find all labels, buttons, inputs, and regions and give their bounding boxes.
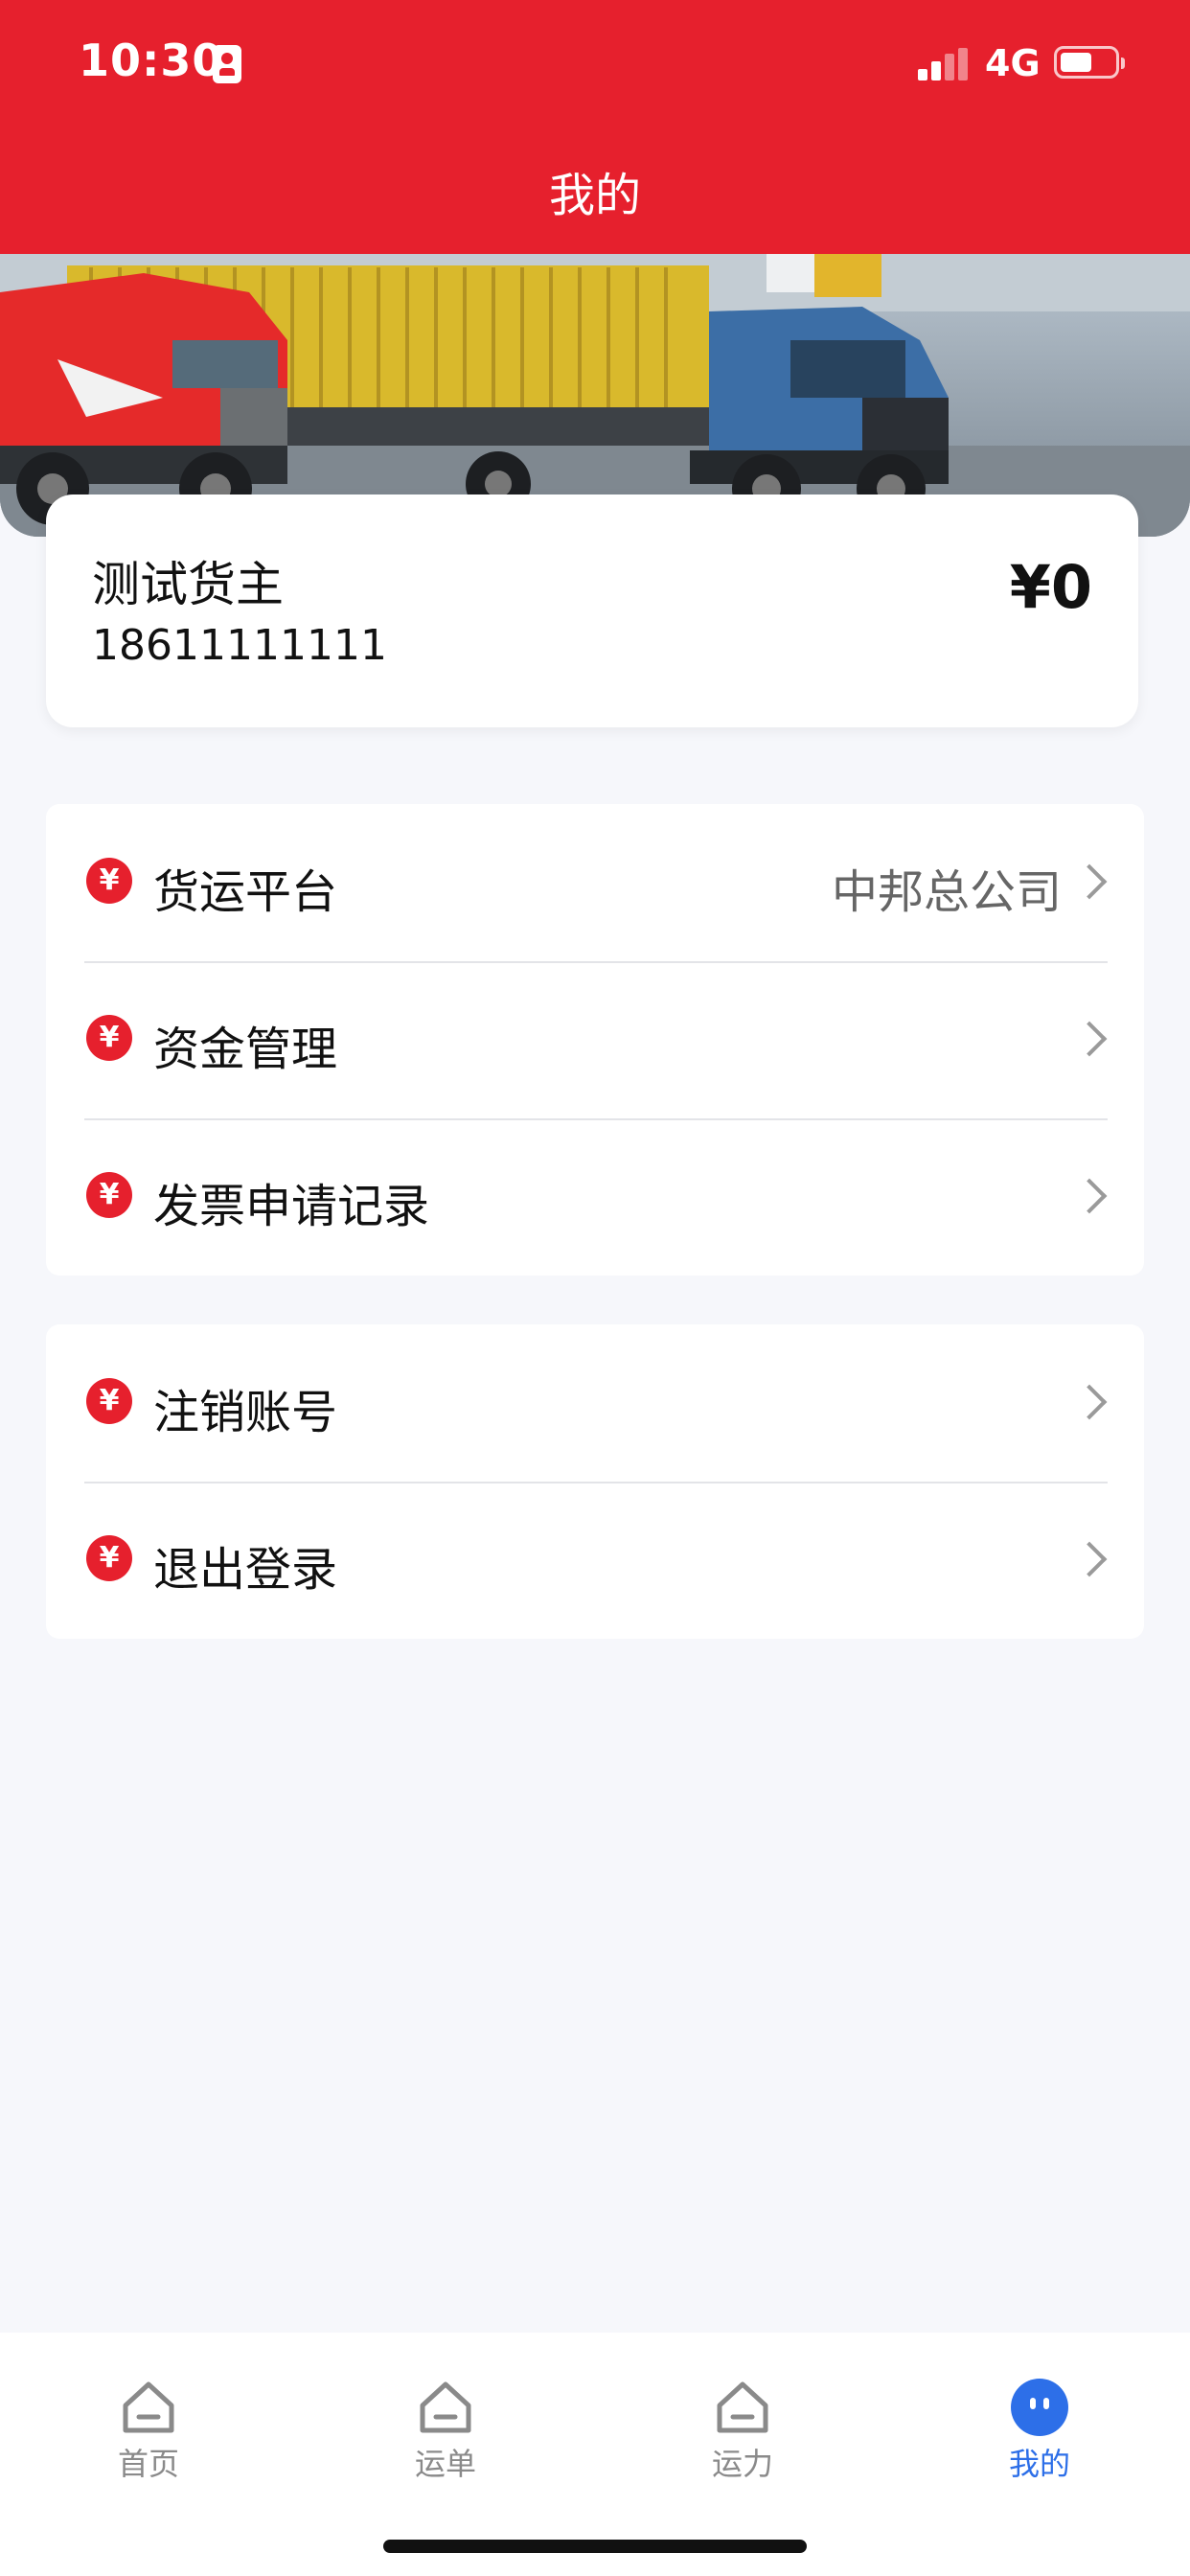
yen-icon: ¥: [86, 1535, 132, 1581]
menu-item-label: 发票申请记录: [153, 1180, 430, 1233]
yen-icon: ¥: [86, 858, 132, 904]
contact-card-icon: [213, 45, 241, 83]
tab-mine[interactable]: 我的: [891, 2352, 1188, 2482]
profile-face-icon: [1011, 2379, 1068, 2436]
chevron-right-icon: [1071, 1541, 1108, 1577]
chevron-right-icon: [1071, 1384, 1108, 1420]
profile-card: 测试货主 18611111111 ¥0: [46, 494, 1138, 727]
tab-capacity[interactable]: 运力: [594, 2352, 891, 2482]
home-icon: [420, 2381, 471, 2433]
home-icon: [717, 2381, 768, 2433]
home-icon: [123, 2381, 174, 2433]
menu-group-account: ¥ 注销账号 ¥ 退出登录: [46, 1324, 1144, 1639]
menu-item-invoice-records[interactable]: ¥ 发票申请记录: [46, 1118, 1144, 1276]
header-bar: 10:30 4G 我的: [0, 0, 1190, 254]
signal-strength-icon: [918, 48, 970, 80]
account-balance: ¥0: [1009, 552, 1092, 622]
tab-waybill[interactable]: 运单: [297, 2352, 594, 2482]
chevron-right-icon: [1071, 863, 1108, 900]
status-time: 10:30: [79, 34, 224, 86]
menu-group-main: ¥ 货运平台 中邦总公司 ¥ 资金管理 ¥ 发票申请记录: [46, 804, 1144, 1276]
menu-item-label: 注销账号: [153, 1386, 338, 1439]
menu-item-value: 中邦总公司: [831, 865, 1062, 919]
network-type: 4G: [985, 42, 1041, 84]
tab-label: 运力: [711, 2446, 773, 2482]
status-bar: 10:30 4G: [0, 0, 1190, 134]
tab-home[interactable]: 首页: [0, 2352, 297, 2482]
menu-item-cancel-account[interactable]: ¥ 注销账号: [46, 1324, 1144, 1482]
tab-label: 首页: [117, 2446, 179, 2482]
yen-icon: ¥: [86, 1378, 132, 1424]
user-name: 测试货主: [92, 557, 284, 612]
chevron-right-icon: [1071, 1021, 1108, 1057]
chevron-right-icon: [1071, 1178, 1108, 1214]
tab-label: 运单: [414, 2446, 476, 2482]
menu-item-label: 资金管理: [153, 1023, 338, 1076]
battery-icon: [1054, 46, 1125, 79]
user-phone: 18611111111: [92, 621, 387, 670]
menu-item-freight-platform[interactable]: ¥ 货运平台 中邦总公司: [46, 804, 1144, 961]
menu-item-fund-management[interactable]: ¥ 资金管理: [46, 961, 1144, 1118]
menu-item-label: 货运平台: [153, 865, 338, 919]
page-title: 我的: [548, 169, 641, 222]
yen-icon: ¥: [86, 1015, 132, 1061]
menu-item-logout[interactable]: ¥ 退出登录: [46, 1482, 1144, 1639]
yen-icon: ¥: [86, 1172, 132, 1218]
menu-item-label: 退出登录: [153, 1543, 338, 1597]
tab-label: 我的: [1008, 2446, 1070, 2482]
home-indicator[interactable]: [383, 2540, 807, 2553]
